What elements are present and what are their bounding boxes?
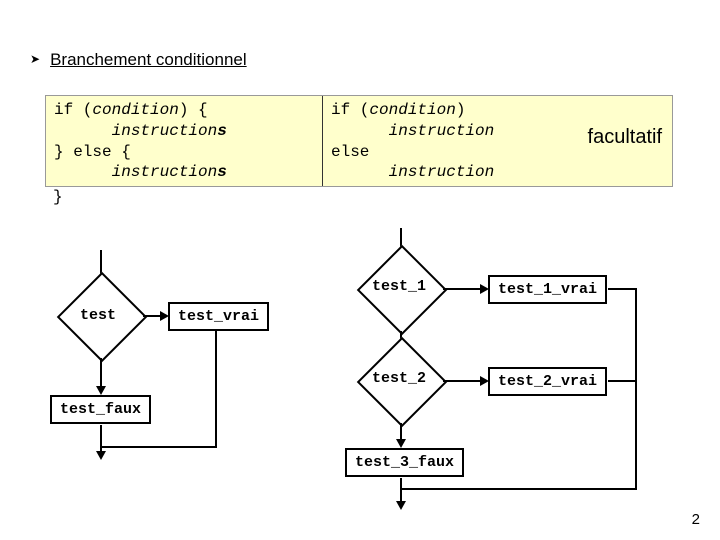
box-test-faux: test_faux [50,395,151,424]
box-test-2-vrai: test_2_vrai [488,367,607,396]
flowchart-area: test test_vrai test_faux test_1 test_1_v… [30,220,690,510]
box-test-1-vrai: test_1_vrai [488,275,607,304]
arrow-icon [396,501,406,510]
code-block: if (condition) { instructions } else { i… [45,95,673,187]
closing-brace: } [53,188,63,206]
box-test-vrai: test_vrai [168,302,269,331]
label-test: test [80,307,116,324]
section-heading: ➤ Branchement conditionnel [30,50,690,70]
code-left: if (condition) { instructions } else { i… [46,96,323,186]
facultatif-label: facultatif [588,124,662,150]
arrow-icon [396,439,406,448]
heading-text: Branchement conditionnel [50,50,247,69]
page-number: 2 [692,511,700,528]
bullet-icon: ➤ [30,52,40,66]
arrow-icon [96,386,106,395]
label-test-2: test_2 [372,370,426,387]
arrow-icon [96,451,106,460]
box-test-3-faux: test_3_faux [345,448,464,477]
code-right: if (condition) instruction else instruct… [323,96,672,186]
label-test-1: test_1 [372,278,426,295]
